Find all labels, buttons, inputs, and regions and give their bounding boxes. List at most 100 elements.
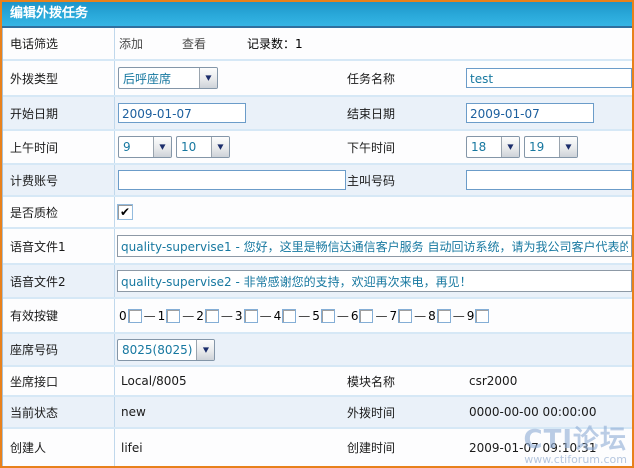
key-separator: — (260, 309, 272, 323)
key-checkbox-4[interactable] (282, 309, 296, 323)
valid-keys-label: 有效按键 (3, 299, 115, 332)
task-name-label: 任务名称 (347, 70, 464, 87)
quality-check-checkbox[interactable]: ✔ (117, 204, 133, 220)
afternoon-hour-to-value: 19 (525, 137, 559, 157)
chevron-down-icon: ▼ (211, 137, 229, 157)
dial-time-label: 外拨时间 (347, 404, 464, 421)
key-checkbox-0[interactable] (128, 309, 142, 323)
key-separator: — (182, 309, 194, 323)
morning-time-label: 上午时间 (3, 131, 115, 163)
row-voice-file2: 语音文件2 (3, 265, 632, 299)
morning-hour-from-value: 9 (119, 137, 153, 157)
module-name-value: csr2000 (466, 374, 517, 388)
current-status-value: new (118, 405, 146, 419)
outbound-type-select[interactable]: 后呼座席 ▼ (118, 67, 218, 89)
key-checkbox-6[interactable] (359, 309, 373, 323)
row-dates: 开始日期 结束日期 (3, 97, 632, 131)
agent-interface-label: 坐席接口 (3, 367, 115, 395)
afternoon-hour-from-value: 18 (467, 137, 501, 157)
key-separator: — (375, 309, 387, 323)
key-separator: — (414, 309, 426, 323)
end-date-input[interactable] (466, 103, 594, 123)
key-checkbox-1[interactable] (166, 309, 180, 323)
key-digit-1: 1 (158, 309, 166, 323)
afternoon-hour-to-select[interactable]: 19 ▼ (524, 136, 578, 158)
current-status-label: 当前状态 (3, 397, 115, 427)
agent-number-label: 座席号码 (3, 334, 115, 365)
add-link[interactable]: 添加 (119, 35, 143, 52)
morning-hour-to-select[interactable]: 10 ▼ (176, 136, 230, 158)
key-checkbox-5[interactable] (321, 309, 335, 323)
end-date-label: 结束日期 (347, 105, 464, 122)
morning-hour-from-select[interactable]: 9 ▼ (118, 136, 172, 158)
view-link[interactable]: 查看 (182, 35, 206, 52)
key-checkbox-3[interactable] (244, 309, 258, 323)
voice-file2-input[interactable] (117, 270, 632, 292)
voice-file1-input[interactable] (117, 235, 632, 257)
morning-hour-to-value: 10 (177, 137, 211, 157)
edit-outbound-task-panel: 编辑外拨任务 电话筛选 添加 查看 记录数：1 外拨类型 后呼座席 ▼ 任务名称 (0, 0, 634, 468)
row-times: 上午时间 9 ▼ 10 ▼ 下午时间 18 ▼ 19 ▼ (3, 131, 632, 165)
key-digit-4: 4 (274, 309, 282, 323)
record-count: 记录数：1 (247, 35, 303, 52)
chevron-down-icon: ▼ (501, 137, 519, 157)
creator-value: lifei (118, 441, 143, 455)
key-digit-2: 2 (196, 309, 204, 323)
key-digit-5: 5 (312, 309, 320, 323)
key-digit-3: 3 (235, 309, 243, 323)
key-separator: — (453, 309, 465, 323)
task-name-input[interactable] (466, 68, 632, 88)
chevron-down-icon: ▼ (559, 137, 577, 157)
key-digit-0: 0 (119, 309, 127, 323)
key-digit-7: 7 (389, 309, 397, 323)
quality-check-label: 是否质检 (3, 197, 115, 227)
row-status: 当前状态 new 外拨时间 0000-00-00 00:00:00 (3, 397, 632, 429)
chevron-down-icon: ▼ (153, 137, 171, 157)
key-separator: — (298, 309, 310, 323)
row-voice-file1: 语音文件1 (3, 229, 632, 265)
row-agent-interface: 坐席接口 Local/8005 模块名称 csr2000 (3, 367, 632, 397)
agent-number-select[interactable]: 8025(8025) ▼ (117, 339, 215, 361)
chevron-down-icon: ▼ (199, 68, 217, 88)
caller-number-label: 主叫号码 (347, 172, 464, 189)
key-checkbox-2[interactable] (205, 309, 219, 323)
row-valid-keys: 有效按键 0 — 1 — 2 — 3 — 4 — 5 — 6 — 7 — 8 — (3, 299, 632, 334)
key-separator: — (221, 309, 233, 323)
key-digit-6: 6 (351, 309, 359, 323)
key-checkbox-7[interactable] (398, 309, 412, 323)
create-time-value: 2009-01-07 09:10:31 (466, 441, 596, 455)
key-digit-9: 9 (467, 309, 475, 323)
afternoon-time-label: 下午时间 (347, 139, 464, 156)
caller-number-input[interactable] (466, 170, 632, 190)
create-time-label: 创建时间 (347, 439, 464, 456)
voice-file2-label: 语音文件2 (3, 265, 115, 297)
agent-interface-value: Local/8005 (118, 374, 187, 388)
row-quality-check: 是否质检 ✔ (3, 197, 632, 229)
start-date-input[interactable] (118, 103, 246, 123)
row-billing: 计费账号 主叫号码 (3, 165, 632, 197)
outbound-type-label: 外拨类型 (3, 61, 115, 95)
dial-time-value: 0000-00-00 00:00:00 (466, 405, 596, 419)
start-date-label: 开始日期 (3, 97, 115, 129)
billing-account-input[interactable] (118, 170, 346, 190)
valid-keys-group: 0 — 1 — 2 — 3 — 4 — 5 — 6 — 7 — 8 — 9 (115, 309, 632, 323)
voice-file1-label: 语音文件1 (3, 229, 115, 263)
phone-filter-label: 电话筛选 (3, 28, 115, 59)
module-name-label: 模块名称 (347, 373, 464, 390)
creator-label: 创建人 (3, 429, 115, 466)
row-creator: 创建人 lifei 创建时间 2009-01-07 09:10:31 (3, 429, 632, 466)
outbound-type-value: 后呼座席 (119, 68, 199, 88)
row-phone-filter: 电话筛选 添加 查看 记录数：1 (3, 28, 632, 61)
check-icon: ✔ (120, 206, 130, 218)
window-title: 编辑外拨任务 (2, 2, 632, 28)
billing-account-label: 计费账号 (3, 165, 115, 195)
chevron-down-icon: ▼ (196, 340, 214, 360)
row-outbound-type: 外拨类型 后呼座席 ▼ 任务名称 (3, 61, 632, 97)
agent-number-value: 8025(8025) (118, 340, 196, 360)
key-checkbox-9[interactable] (475, 309, 489, 323)
row-agent-number: 座席号码 8025(8025) ▼ (3, 334, 632, 367)
key-checkbox-8[interactable] (437, 309, 451, 323)
phone-filter-toolbar: 添加 查看 记录数：1 (115, 35, 632, 52)
key-separator: — (144, 309, 156, 323)
afternoon-hour-from-select[interactable]: 18 ▼ (466, 136, 520, 158)
